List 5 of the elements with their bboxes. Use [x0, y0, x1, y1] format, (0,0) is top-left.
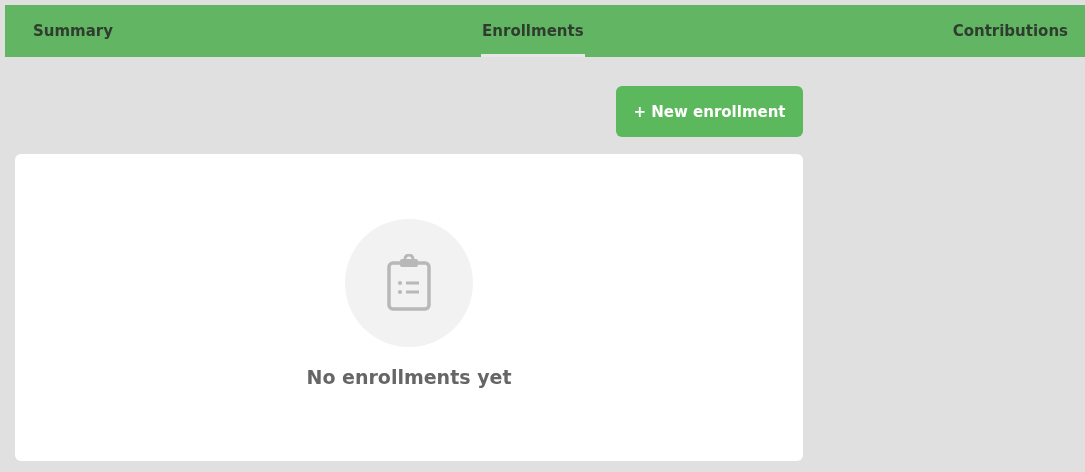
tab[interactable]: Summary	[32, 5, 115, 57]
new-enrollment-button[interactable]: + New enrollment	[616, 86, 803, 137]
tab[interactable]: Enrollments	[481, 5, 585, 57]
empty-message: No enrollments yet	[306, 366, 512, 388]
tab[interactable]: Contributions	[951, 5, 1069, 57]
